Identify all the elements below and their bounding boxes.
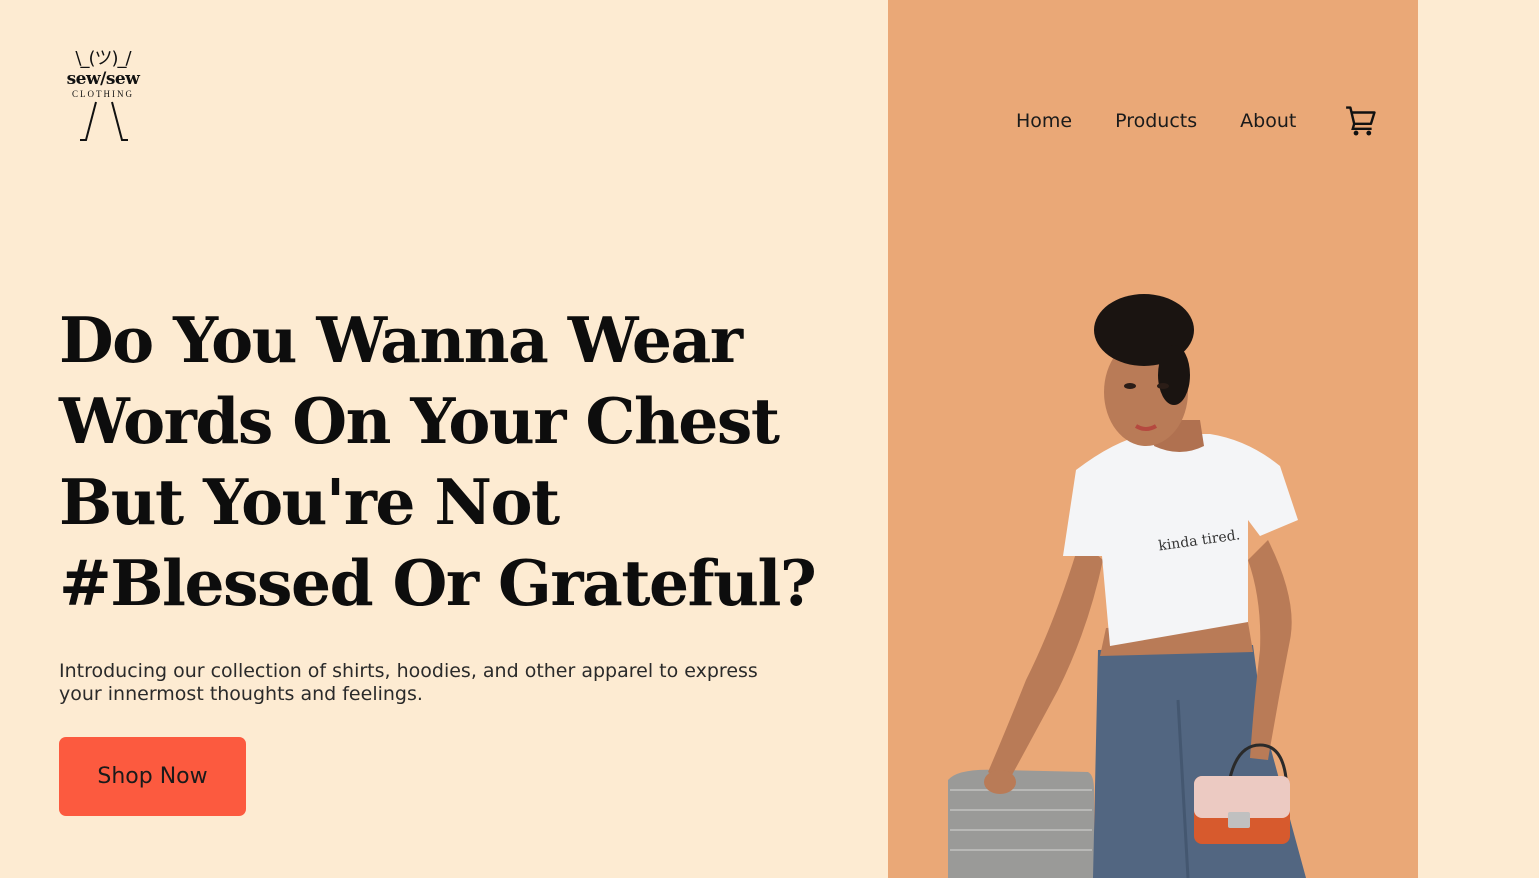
main-nav: Home Products About [1016, 104, 1378, 138]
hero-headline: Do You Wanna Wear Words On Your Chest Bu… [59, 300, 819, 624]
nav-link-about[interactable]: About [1240, 110, 1296, 132]
shop-now-button[interactable]: Shop Now [59, 737, 246, 816]
headline-line: But You're Not [59, 465, 560, 539]
nav-link-home[interactable]: Home [1016, 110, 1072, 132]
logo-legs-icon [80, 101, 128, 141]
brand-logo[interactable]: \_(ツ)_/ sew/sew CLOTHING [58, 48, 148, 150]
shopping-cart-icon[interactable] [1344, 104, 1378, 138]
nav-link-products[interactable]: Products [1115, 110, 1197, 132]
logo-subtitle: CLOTHING [72, 89, 134, 99]
headline-line: #Blessed Or Grateful? [59, 546, 817, 620]
hero-description: Introducing our collection of shirts, ho… [59, 660, 758, 705]
headline-line: Words On Your Chest [59, 384, 780, 458]
headline-line: Do You Wanna Wear [59, 303, 743, 377]
logo-shrug-mark: \_(ツ)_/ [75, 48, 131, 69]
logo-wordmark: sew/sew [66, 69, 140, 89]
landing-page: \_(ツ)_/ sew/sew CLOTHING kinda tired. Ho… [0, 0, 1539, 878]
